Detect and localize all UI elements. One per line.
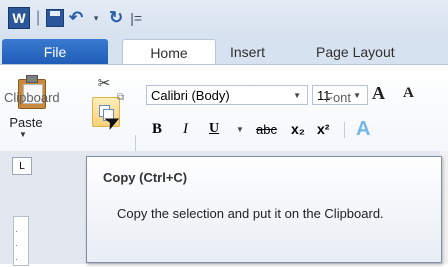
tooltip-title: Copy (Ctrl+C) xyxy=(103,170,188,185)
underline-button[interactable]: U xyxy=(209,118,219,140)
redo-icon: ↻ xyxy=(109,8,124,27)
undo-button[interactable]: ↶ xyxy=(68,6,84,30)
redo-button[interactable]: ↻ xyxy=(108,6,124,30)
word-logo-icon[interactable]: W xyxy=(8,6,30,30)
title-bar: W | ↶ ▾ ↻ |= xyxy=(0,0,448,36)
undo-dropdown[interactable]: ▾ xyxy=(88,6,104,30)
shrink-font-button[interactable]: A xyxy=(403,85,414,102)
tooltip-description: Copy the selection and put it on the Cli… xyxy=(117,206,384,221)
font-group-label: Font xyxy=(325,90,352,105)
superscript-button[interactable]: x² xyxy=(317,118,329,140)
paste-label: Paste xyxy=(9,115,43,130)
tab-file[interactable]: File xyxy=(2,39,108,64)
scissors-icon: ✂ xyxy=(97,75,111,92)
tab-insert[interactable]: Insert xyxy=(230,39,298,64)
chevron-down-icon: ▼ xyxy=(353,91,361,100)
copy-tooltip: Copy (Ctrl+C) Copy the selection and put… xyxy=(86,156,442,263)
ribbon-tabs: File Home Insert Page Layout xyxy=(0,36,448,65)
undo-icon: ↶ xyxy=(69,8,84,27)
qat-separator: | xyxy=(36,9,41,26)
grow-font-button[interactable]: A xyxy=(372,83,385,104)
clipboard-group-label: Clipboard xyxy=(4,90,60,105)
chevron-down-icon: ▼ xyxy=(293,91,301,100)
italic-button[interactable]: I xyxy=(183,118,188,140)
font-name-select[interactable]: Calibri (Body) ▼ xyxy=(146,85,308,105)
quick-access-toolbar: W | ↶ ▾ ↻ |= xyxy=(8,6,144,30)
underline-dropdown[interactable]: ▼ xyxy=(236,118,244,140)
cut-button[interactable]: ✂ xyxy=(92,73,116,93)
vertical-ruler: · · · xyxy=(13,216,29,266)
paste-dropdown-icon: ▼ xyxy=(19,130,27,139)
save-icon xyxy=(46,9,65,27)
customize-qat-button[interactable]: |= xyxy=(128,6,144,30)
strikethrough-button[interactable]: abc xyxy=(256,118,277,140)
save-button[interactable] xyxy=(46,6,65,30)
tab-selector-button[interactable]: L xyxy=(12,157,32,175)
dialog-launcher-icon[interactable]: ⧉ xyxy=(117,92,124,103)
subscript-button[interactable]: x₂ xyxy=(291,118,305,140)
tab-home[interactable]: Home xyxy=(122,39,216,65)
bold-button[interactable]: B xyxy=(152,118,162,140)
tab-page-layout[interactable]: Page Layout xyxy=(316,39,448,64)
font-name-value: Calibri (Body) xyxy=(151,87,230,103)
format-separator xyxy=(344,122,345,138)
ribbon-home: Paste ▼ ✂ ➤ Calibri (Body) ▼ 11 ▼ A A B … xyxy=(0,64,448,213)
text-effects-button[interactable]: A xyxy=(356,118,370,140)
